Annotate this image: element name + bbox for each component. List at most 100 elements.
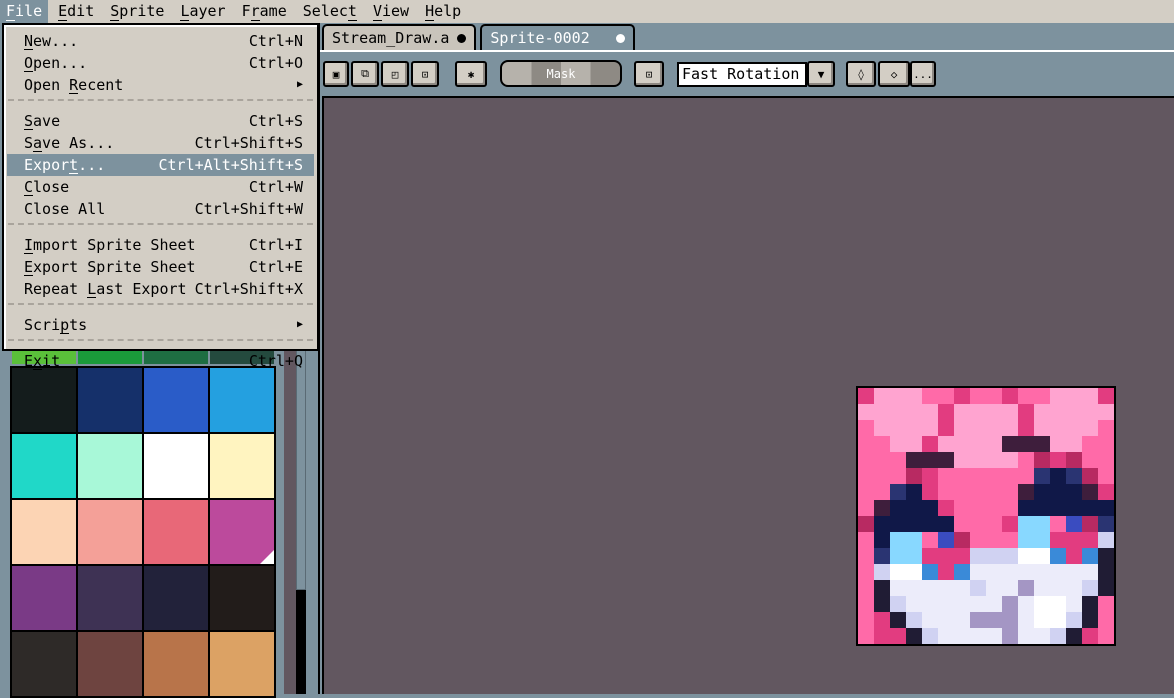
palette-swatch[interactable] (210, 368, 274, 432)
pixel-perfect-selection-icon[interactable]: ✱ (455, 61, 487, 87)
sprite-pixel (1098, 532, 1114, 548)
palette-swatch[interactable] (210, 566, 274, 630)
sprite-pixel (1098, 468, 1114, 484)
menu-item-repeat-last-export[interactable]: Repeat Last Export Ctrl+Shift+X (4, 278, 317, 300)
palette-swatch[interactable] (144, 500, 208, 564)
menu-file[interactable]: File (0, 0, 49, 23)
menu-separator (8, 303, 313, 311)
sprite-pixel (954, 548, 970, 564)
sprite-pixel (1082, 596, 1098, 612)
menu-select[interactable]: Select (297, 0, 363, 23)
menu-item-close-all[interactable]: Close All Ctrl+Shift+W (4, 198, 317, 220)
palette-swatch[interactable] (12, 500, 76, 564)
palette-swatch[interactable] (78, 368, 142, 432)
replace-selection-icon[interactable]: ▣ (323, 61, 349, 87)
menu-frame[interactable]: Frame (236, 0, 293, 23)
menu-item-scripts[interactable]: Scripts ▶ (4, 314, 317, 336)
palette-swatch[interactable] (144, 368, 208, 432)
palette-swatch[interactable] (12, 632, 76, 696)
palette-swatch[interactable] (78, 434, 142, 498)
menu-item-new[interactable]: New... Ctrl+N (4, 30, 317, 52)
label-wrapper: Edit (58, 0, 94, 23)
palette-swatch[interactable] (78, 632, 142, 696)
subtract-selection-icon[interactable]: ◰ (381, 61, 409, 87)
menu-view[interactable]: View (367, 0, 415, 23)
sprite-pixel (970, 420, 986, 436)
sprite-pixel (954, 596, 970, 612)
sprite-pixel (1050, 548, 1066, 564)
sprite-pixel (1002, 404, 1018, 420)
sprite-pixel (1050, 532, 1066, 548)
palette-swatch[interactable] (78, 566, 142, 630)
menu-item-import-sprite-sheet[interactable]: Import Sprite Sheet Ctrl+I (4, 234, 317, 256)
label-text: Layer (180, 2, 226, 20)
palette-scrollbar-thumb[interactable] (296, 350, 306, 590)
sprite-pixel (1050, 564, 1066, 580)
menu-item-label: Export... (24, 154, 105, 176)
palette-swatch[interactable] (210, 434, 274, 498)
menu-item-export[interactable]: Export... Ctrl+Alt+Shift+S (7, 154, 314, 176)
palette-swatch[interactable] (12, 566, 76, 630)
palette-swatch[interactable] (144, 566, 208, 630)
menu-item-open[interactable]: Open... Ctrl+O (4, 52, 317, 74)
sprite-image[interactable] (856, 386, 1116, 646)
label-text: Edit (58, 2, 95, 20)
sprite-pixel (1066, 452, 1082, 468)
palette-swatch[interactable] (78, 500, 142, 564)
menu-item-save[interactable]: Save Ctrl+S (4, 110, 317, 132)
menu-item-label: Save As... (24, 132, 114, 154)
sprite-pixel (890, 532, 906, 548)
palette-swatch[interactable] (144, 434, 208, 498)
palette-swatch[interactable] (144, 632, 208, 696)
menu-item-close[interactable]: Close Ctrl+W (4, 176, 317, 198)
menu-layer[interactable]: Layer (174, 0, 231, 23)
menu-edit[interactable]: Edit (52, 0, 100, 23)
more-options-button[interactable]: ... (910, 61, 936, 87)
sprite-pixel (858, 548, 874, 564)
transparent-color-mask-button[interactable]: Mask (500, 60, 622, 87)
menu-item-open-recent[interactable]: Open Recent ▶ (4, 74, 317, 96)
sprite-pixel (1002, 420, 1018, 436)
mnemonic-underline (33, 369, 43, 370)
sprite-pixel (938, 596, 954, 612)
menu-item-save-as[interactable]: Save As... Ctrl+Shift+S (4, 132, 317, 154)
menu-item-shortcut: Ctrl+Q (248, 352, 303, 370)
palette-swatch-selected[interactable] (210, 500, 274, 564)
menu-item-export-sprite-sheet[interactable]: Export Sprite Sheet Ctrl+E (4, 256, 317, 278)
palette-swatch[interactable] (12, 434, 76, 498)
palette-swatch[interactable] (210, 632, 274, 696)
sprite-pixel (874, 580, 890, 596)
modified-dot-icon[interactable] (457, 33, 467, 43)
sprite-pixel (1034, 436, 1050, 452)
menu-item-label: Open... (24, 52, 87, 74)
intersect-selection-icon[interactable]: ⊡ (411, 61, 439, 87)
menu-help[interactable]: Help (419, 0, 467, 23)
sprite-pixel (970, 452, 986, 468)
symmetry-vertical-icon[interactable]: ◊ (846, 61, 876, 87)
sprite-canvas[interactable] (322, 96, 1174, 694)
sprite-pixel (938, 628, 954, 644)
menu-sprite[interactable]: Sprite (104, 0, 170, 23)
sprite-pixel (970, 532, 986, 548)
chevron-down-icon[interactable]: ▼ (807, 61, 835, 87)
rotation-algorithm-select[interactable]: Fast Rotation (677, 62, 807, 87)
add-selection-icon[interactable]: ⧉ (351, 61, 379, 87)
palette-swatch[interactable] (12, 368, 76, 432)
sprite-pixel (1098, 436, 1114, 452)
sprite-pixel (954, 612, 970, 628)
symmetry-horizontal-icon[interactable]: ◇ (878, 61, 910, 87)
tab-stream-draw[interactable]: Stream_Draw.a (322, 24, 477, 50)
menu-item-shortcut: Ctrl+Shift+X (194, 280, 303, 298)
close-dot-icon[interactable] (616, 33, 626, 43)
sprite-pixel (1082, 548, 1098, 564)
tab-sprite-0002[interactable]: Sprite-0002 (480, 24, 636, 50)
sprite-pixel (922, 532, 938, 548)
label-text: Export Sprite Sheet (24, 258, 196, 276)
pivot-icon[interactable]: ⊡ (634, 61, 664, 87)
sprite-pixel (986, 548, 1002, 564)
sprite-pixel (1034, 596, 1050, 612)
sprite-pixel (906, 612, 922, 628)
sprite-pixel (890, 468, 906, 484)
menu-item-exit[interactable]: Exit Ctrl+Q (4, 350, 317, 372)
sprite-pixel (1066, 388, 1082, 404)
